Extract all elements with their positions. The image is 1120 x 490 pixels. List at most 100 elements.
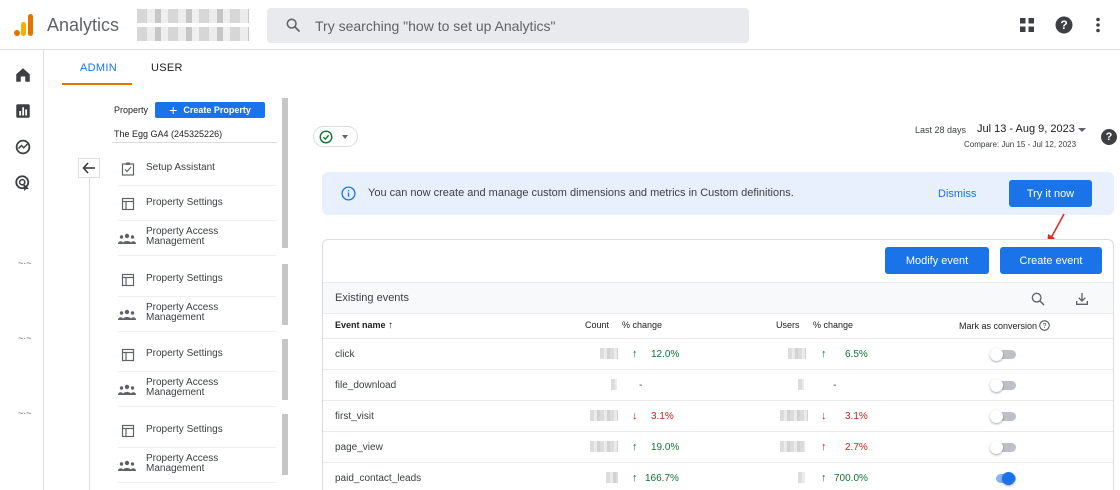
people-icon <box>118 308 136 322</box>
modify-event-button[interactable]: Modify event <box>885 247 989 274</box>
menu-item-property-settings[interactable]: Property Settings <box>118 262 276 297</box>
users-value-redacted <box>798 472 805 483</box>
search-placeholder: Try searching "how to set up Analytics" <box>315 18 556 34</box>
collapsed-divider: ~·~ <box>18 333 32 343</box>
arrow-up-icon: ↑ <box>632 348 638 360</box>
conversion-toggle[interactable] <box>990 441 1018 454</box>
column-users[interactable]: Users <box>776 320 800 330</box>
arrow-up-icon: ↑ <box>821 348 827 360</box>
property-selector[interactable]: The Egg GA4 (245325226) <box>114 129 222 139</box>
search-bar[interactable]: Try searching "how to set up Analytics" <box>267 8 749 43</box>
conversion-toggle[interactable] <box>990 348 1018 361</box>
menu-item-setup-assistant[interactable]: Setup Assistant <box>118 151 276 186</box>
menu-item-label: Property Settings <box>146 424 223 435</box>
menu-item-property-settings[interactable]: Property Settings <box>118 337 276 372</box>
events-table-header: Existing events <box>323 282 1113 314</box>
download-icon[interactable] <box>1074 291 1090 307</box>
check-circle-icon <box>319 130 333 144</box>
scrollbar-thumb[interactable] <box>282 98 288 248</box>
arrow-back-icon <box>82 162 95 174</box>
scrollbar-thumb[interactable] <box>282 264 288 325</box>
percent-change: 6.5% <box>845 349 868 360</box>
percent-change: 3.1% <box>845 411 868 422</box>
tab-user[interactable]: USER <box>151 62 183 74</box>
caret-down-icon <box>342 135 348 139</box>
event-name[interactable]: file_download <box>335 380 396 391</box>
help-outline-icon[interactable]: ? <box>1039 320 1050 331</box>
app-title[interactable]: Analytics <box>47 15 119 36</box>
menu-item-property-access-management[interactable]: Property Access Management <box>118 372 276 407</box>
help-icon[interactable]: ? <box>1054 15 1074 35</box>
create-event-button[interactable]: Create event <box>1000 247 1102 274</box>
create-property-label: Create Property <box>183 105 251 115</box>
count-value-redacted <box>611 379 617 390</box>
create-property-button[interactable]: + Create Property <box>155 102 265 118</box>
analytics-logo-icon[interactable] <box>14 14 34 36</box>
count-value-redacted <box>606 472 618 483</box>
count-value-redacted <box>590 410 618 421</box>
column-count-change[interactable]: % change <box>622 320 662 330</box>
count-value-redacted <box>590 441 618 452</box>
home-icon[interactable] <box>14 66 32 84</box>
menu-item-property-settings[interactable]: Property Settings <box>118 413 276 448</box>
data-status-dropdown[interactable] <box>313 126 358 147</box>
svg-text:?: ? <box>1060 18 1067 32</box>
percent-change: 700.0% <box>834 473 868 484</box>
reports-icon[interactable] <box>14 102 32 120</box>
users-value-redacted <box>780 410 808 421</box>
conversion-toggle[interactable] <box>990 379 1018 392</box>
more-vert-icon[interactable] <box>1088 15 1108 35</box>
percent-change: 19.0% <box>651 442 680 453</box>
event-name[interactable]: page_view <box>335 442 383 453</box>
apps-grid-icon[interactable] <box>1017 15 1037 35</box>
table-row[interactable]: click ↑ 12.0% ↑ 6.5% <box>323 338 1113 369</box>
table-row[interactable]: file_download - - <box>323 369 1113 400</box>
column-event-name[interactable]: Event name ↑ <box>335 320 393 331</box>
date-range-preset: Last 28 days <box>915 125 967 135</box>
table-row[interactable]: paid_contact_leads ↑ 166.7% ↑ 700.0% <box>323 462 1113 490</box>
column-count[interactable]: Count <box>585 320 609 330</box>
event-name[interactable]: click <box>335 349 354 360</box>
arrow-up-icon: ↑ <box>821 472 827 484</box>
event-name[interactable]: paid_contact_leads <box>335 473 421 484</box>
left-nav-rail: ~·~ ~·~ ~·~ <box>0 50 44 490</box>
percent-change: 166.7% <box>645 473 679 484</box>
caret-down-icon[interactable] <box>1078 128 1086 132</box>
table-row[interactable]: first_visit ↓ 3.1% ↓ 3.1% <box>323 400 1113 431</box>
menu-item-label: Property Settings <box>146 273 223 284</box>
conversion-toggle[interactable] <box>990 410 1018 423</box>
top-app-bar: Analytics Try searching "how to set up A… <box>0 0 1120 50</box>
collapsed-divider: ~·~ <box>18 258 32 268</box>
menu-item-property-settings[interactable]: Property Settings <box>118 186 276 221</box>
tab-admin[interactable]: ADMIN <box>80 62 117 74</box>
date-range-picker[interactable]: Jul 13 - Aug 9, 2023 <box>977 123 1075 135</box>
help-icon[interactable]: ? <box>1101 129 1117 145</box>
arrow-up-icon: ↑ <box>632 472 638 484</box>
scrollbar-thumb[interactable] <box>282 414 288 475</box>
try-it-now-button[interactable]: Try it now <box>1009 180 1092 207</box>
menu-item-property-access-management[interactable]: Property Access Management <box>118 297 276 332</box>
people-icon <box>118 383 136 397</box>
conversion-toggle[interactable] <box>990 472 1018 485</box>
menu-item-property-access-management[interactable]: Property Access Management <box>118 221 276 256</box>
arrow-down-icon: ↓ <box>632 410 638 422</box>
events-title: Existing events <box>335 292 409 304</box>
advertising-icon[interactable] <box>14 174 32 192</box>
dismiss-button[interactable]: Dismiss <box>938 188 977 200</box>
back-button[interactable] <box>78 158 100 178</box>
table-row[interactable]: page_view ↑ 19.0% ↑ 2.7% <box>323 431 1113 462</box>
explore-icon[interactable] <box>14 138 32 156</box>
column-mark-as-conversion[interactable]: Mark as conversion ? <box>959 320 1050 331</box>
svg-text:?: ? <box>1043 323 1047 330</box>
event-name[interactable]: first_visit <box>335 411 374 422</box>
percent-change: 2.7% <box>845 442 868 453</box>
info-icon <box>341 186 356 201</box>
arrow-up-icon: ↑ <box>821 441 827 453</box>
scrollbar-thumb[interactable] <box>282 339 288 400</box>
info-banner: You can now create and manage custom dim… <box>322 172 1114 215</box>
menu-item-property-access-management[interactable]: Property Access Management <box>118 448 276 483</box>
column-users-change[interactable]: % change <box>813 320 853 330</box>
search-icon[interactable] <box>1030 291 1046 307</box>
account-selector[interactable] <box>137 9 249 41</box>
settings-panel-icon <box>121 348 135 362</box>
